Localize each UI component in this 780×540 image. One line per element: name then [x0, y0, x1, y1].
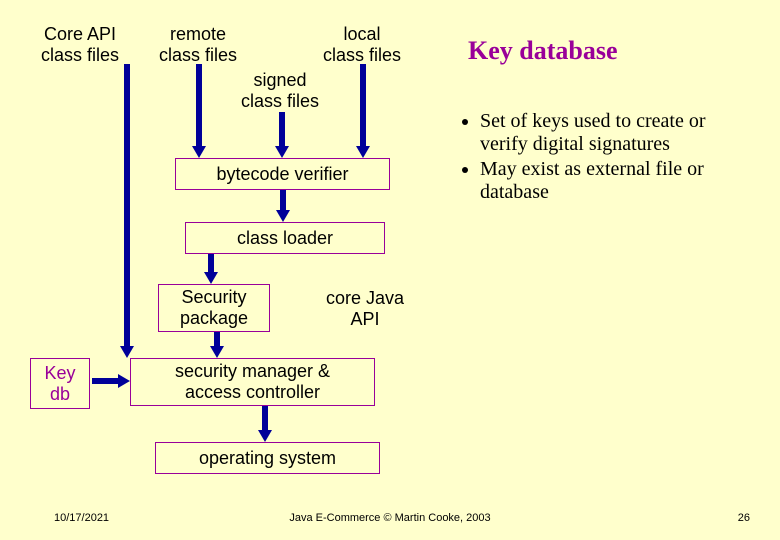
arrow-coreapi-to-secmgr: [120, 280, 134, 358]
bullet-item: Set of keys used to create or verify dig…: [480, 110, 758, 156]
bullet-item: May exist as external file or database: [480, 158, 758, 204]
box-security-package: Securitypackage: [158, 284, 270, 332]
arrow-signed-to-verifier: [275, 112, 289, 158]
arrow-loader-to-secpkg: [204, 254, 218, 284]
arrow-keydb-to-secmgr: [92, 374, 130, 388]
arrow-remote-to-verifier: [192, 64, 206, 158]
label-remote: remoteclass files: [148, 24, 248, 65]
arrow-secpkg-to-secmgr: [210, 332, 224, 358]
box-bytecode-verifier: bytecode verifier: [175, 158, 390, 190]
arrow-verifier-to-loader: [276, 190, 290, 222]
heading-key-database: Key database: [468, 36, 618, 66]
footer-page: 26: [738, 512, 750, 524]
label-core-java-api: core JavaAPI: [300, 288, 430, 329]
arrow-secmgr-to-os: [258, 406, 272, 442]
arrow-coreapi-down: [120, 64, 134, 284]
footer-credit: Java E-Commerce © Martin Cooke, 2003: [0, 512, 780, 524]
box-sec-mgr: security manager &access controller: [130, 358, 375, 406]
arrow-local-to-verifier: [356, 64, 370, 158]
box-os: operating system: [155, 442, 380, 474]
label-local: localclass files: [312, 24, 412, 65]
box-class-loader: class loader: [185, 222, 385, 254]
label-key-db: Keydb: [30, 358, 90, 409]
bullet-list: Set of keys used to create or verify dig…: [458, 110, 758, 206]
label-signed: signedclass files: [230, 70, 330, 111]
label-core-api: Core APIclass files: [30, 24, 130, 65]
